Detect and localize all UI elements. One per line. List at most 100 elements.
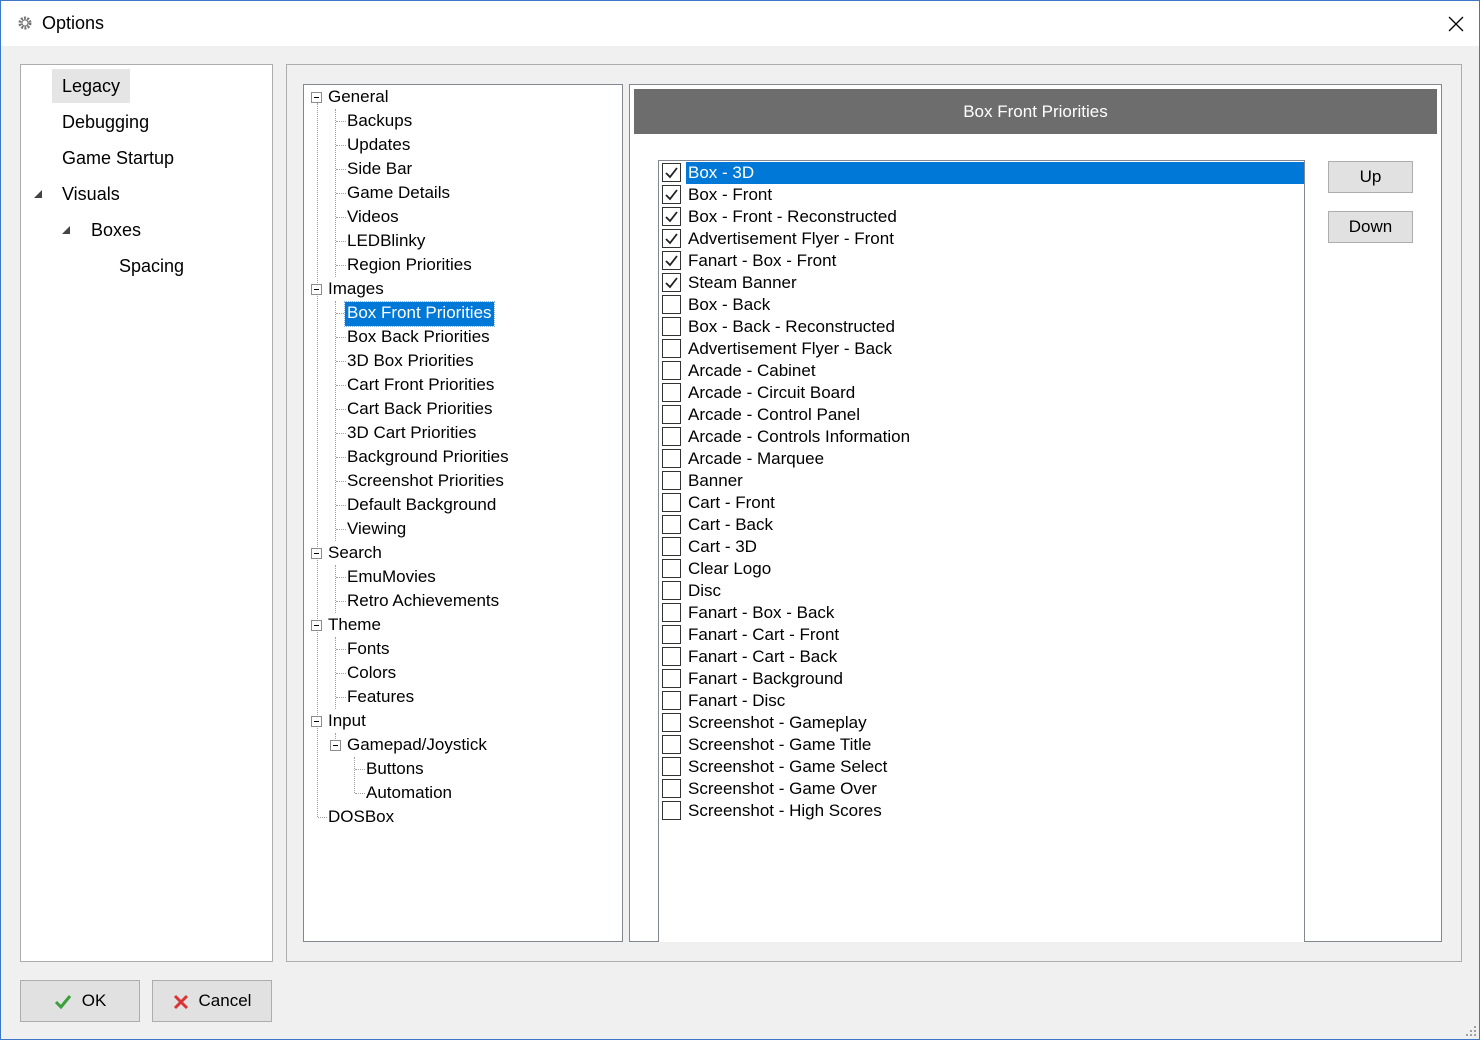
list-item[interactable]: Screenshot - Game Select	[660, 756, 1303, 778]
priority-checkbox[interactable]	[662, 405, 681, 424]
list-item[interactable]: Cart - 3D	[660, 536, 1303, 558]
tree-node-cart-front-priorities[interactable]: Cart Front Priorities	[345, 374, 496, 398]
tree-node-images[interactable]: Images	[326, 278, 386, 302]
list-item[interactable]: Screenshot - High Scores	[660, 800, 1303, 822]
tree-node-theme[interactable]: Theme	[326, 614, 383, 638]
priority-checkbox[interactable]	[662, 493, 681, 512]
list-item[interactable]: Screenshot - Game Over	[660, 778, 1303, 800]
tree-node-automation[interactable]: Automation	[364, 782, 454, 806]
priority-checkbox[interactable]	[662, 713, 681, 732]
list-item[interactable]: Steam Banner	[660, 272, 1303, 294]
priority-checkbox[interactable]	[662, 339, 681, 358]
priority-checkbox[interactable]	[662, 295, 681, 314]
list-item[interactable]: Arcade - Controls Information	[660, 426, 1303, 448]
priority-checkbox[interactable]	[662, 185, 681, 204]
priority-checkbox[interactable]	[662, 471, 681, 490]
tree-node-side-bar[interactable]: Side Bar	[345, 158, 414, 182]
collapse-toggle[interactable]	[311, 92, 322, 103]
ok-button[interactable]: OK	[20, 980, 140, 1022]
tree-node-viewing[interactable]: Viewing	[345, 518, 408, 542]
list-item[interactable]: Arcade - Control Panel	[660, 404, 1303, 426]
priority-checkbox[interactable]	[662, 559, 681, 578]
priority-checkbox[interactable]	[662, 603, 681, 622]
priority-checkbox[interactable]	[662, 317, 681, 336]
list-item[interactable]: Advertisement Flyer - Front	[660, 228, 1303, 250]
priority-checkbox[interactable]	[662, 735, 681, 754]
tree-node-dosbox[interactable]: DOSBox	[326, 806, 396, 830]
tree-node-videos[interactable]: Videos	[345, 206, 401, 230]
list-item[interactable]: Disc	[660, 580, 1303, 602]
priority-checkbox[interactable]	[662, 229, 681, 248]
tree-node-box-front-priorities[interactable]: Box Front Priorities	[344, 301, 495, 327]
priority-checkbox[interactable]	[662, 515, 681, 534]
list-item[interactable]: Cart - Front	[660, 492, 1303, 514]
tree-node-cart-back-priorities[interactable]: Cart Back Priorities	[345, 398, 494, 422]
tree-node-box-back-priorities[interactable]: Box Back Priorities	[345, 326, 492, 350]
priority-list[interactable]: Box - 3D Box - Front Box - Front - Reconst…	[658, 160, 1305, 942]
cancel-button[interactable]: Cancel	[152, 980, 272, 1022]
tree-node-screenshot-priorities[interactable]: Screenshot Priorities	[345, 470, 506, 494]
list-item[interactable]: Arcade - Circuit Board	[660, 382, 1303, 404]
priority-checkbox[interactable]	[662, 669, 681, 688]
tree-node-search[interactable]: Search	[326, 542, 384, 566]
priority-checkbox[interactable]	[662, 581, 681, 600]
list-item[interactable]: Box - Front - Reconstructed	[660, 206, 1303, 228]
priority-checkbox[interactable]	[662, 625, 681, 644]
priority-checkbox[interactable]	[662, 691, 681, 710]
tree-node-default-background[interactable]: Default Background	[345, 494, 498, 518]
list-item[interactable]: Screenshot - Game Title	[660, 734, 1303, 756]
priority-checkbox[interactable]	[662, 163, 681, 182]
nav-item-visuals[interactable]: Visuals	[52, 177, 130, 211]
tree-node-region-priorities[interactable]: Region Priorities	[345, 254, 474, 278]
list-item[interactable]: Banner	[660, 470, 1303, 492]
tree-node-emumovies[interactable]: EmuMovies	[345, 566, 438, 590]
tree-node-3d-box-priorities[interactable]: 3D Box Priorities	[345, 350, 476, 374]
list-item[interactable]: Fanart - Box - Back	[660, 602, 1303, 624]
collapse-toggle[interactable]	[311, 284, 322, 295]
list-item[interactable]: Box - Back	[660, 294, 1303, 316]
down-button[interactable]: Down	[1328, 211, 1413, 243]
priority-checkbox[interactable]	[662, 449, 681, 468]
priority-checkbox[interactable]	[662, 427, 681, 446]
tree-node-general[interactable]: General	[326, 86, 390, 110]
priority-checkbox[interactable]	[662, 251, 681, 270]
priority-checkbox[interactable]	[662, 207, 681, 226]
list-item[interactable]: Box - Front	[660, 184, 1303, 206]
nav-item-game-startup[interactable]: Game Startup	[52, 141, 184, 175]
list-item[interactable]: Box - Back - Reconstructed	[660, 316, 1303, 338]
list-item[interactable]: Advertisement Flyer - Back	[660, 338, 1303, 360]
title-bar[interactable]: Options	[1, 1, 1479, 46]
tree-node-fonts[interactable]: Fonts	[345, 638, 392, 662]
list-item[interactable]: Cart - Back	[660, 514, 1303, 536]
list-item[interactable]: Clear Logo	[660, 558, 1303, 580]
collapse-toggle[interactable]	[311, 716, 322, 727]
tree-node-features[interactable]: Features	[345, 686, 416, 710]
tree-node-buttons[interactable]: Buttons	[364, 758, 426, 782]
list-item[interactable]: Box - 3D	[660, 162, 1304, 184]
list-item[interactable]: Arcade - Marquee	[660, 448, 1303, 470]
nav-item-spacing[interactable]: Spacing	[109, 249, 194, 283]
priority-checkbox[interactable]	[662, 647, 681, 666]
tree-node-gamepad-joystick[interactable]: Gamepad/Joystick	[345, 734, 489, 758]
nav-item-debugging[interactable]: Debugging	[52, 105, 159, 139]
tree-node-backups[interactable]: Backups	[345, 110, 414, 134]
close-button[interactable]	[1433, 1, 1479, 46]
priority-checkbox[interactable]	[662, 801, 681, 820]
up-button[interactable]: Up	[1328, 161, 1413, 193]
expanded-arrow-icon[interactable]	[61, 225, 71, 235]
list-item[interactable]: Arcade - Cabinet	[660, 360, 1303, 382]
tree-node-input[interactable]: Input	[326, 710, 368, 734]
collapse-toggle[interactable]	[311, 548, 322, 559]
tree-node-3d-cart-priorities[interactable]: 3D Cart Priorities	[345, 422, 478, 446]
nav-item-legacy[interactable]: Legacy	[52, 69, 131, 103]
priority-checkbox[interactable]	[662, 757, 681, 776]
priority-checkbox[interactable]	[662, 537, 681, 556]
list-item[interactable]: Fanart - Cart - Front	[660, 624, 1303, 646]
resize-grip-icon[interactable]	[1465, 1025, 1477, 1037]
expanded-arrow-icon[interactable]	[33, 189, 43, 199]
collapse-toggle[interactable]	[311, 620, 322, 631]
tree-node-updates[interactable]: Updates	[345, 134, 412, 158]
list-item[interactable]: Fanart - Background	[660, 668, 1303, 690]
list-item[interactable]: Fanart - Disc	[660, 690, 1303, 712]
tree-node-background-priorities[interactable]: Background Priorities	[345, 446, 511, 470]
